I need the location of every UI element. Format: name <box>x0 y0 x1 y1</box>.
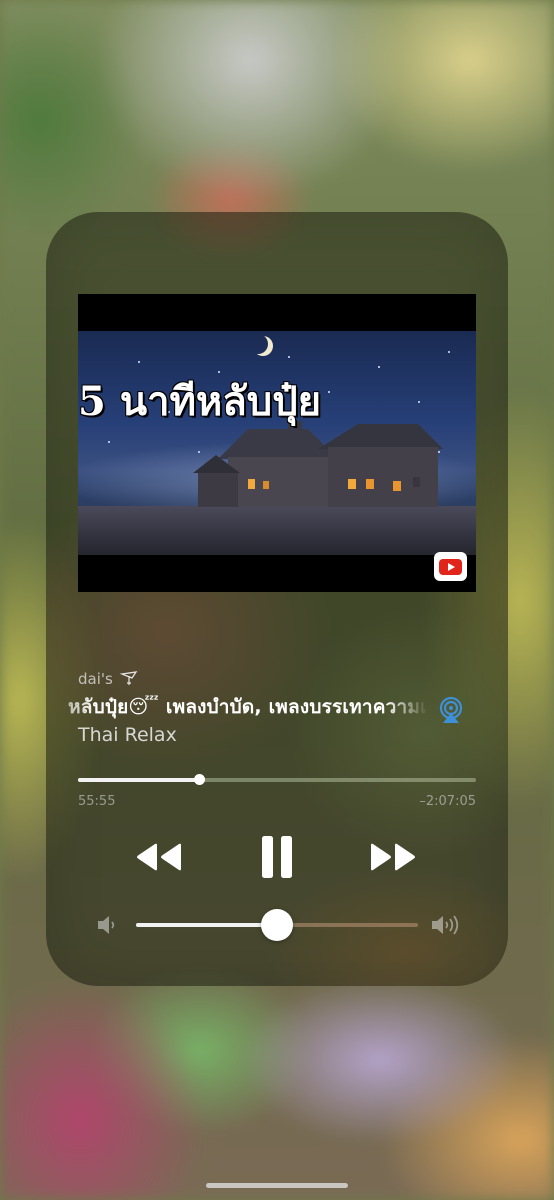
now-playing-card: 5 นาทีหลับปุ๋ย dai's หลับปุ๋ย😴 เพลงบำบัด… <box>46 212 508 986</box>
artwork-title-text: 5 นาทีหลับปุ๋ย <box>78 378 322 425</box>
track-artist: Thai Relax <box>78 724 177 746</box>
home-indicator[interactable] <box>206 1183 348 1188</box>
airplay-icon[interactable] <box>437 696 465 724</box>
playback-scrubber-knob[interactable] <box>194 774 206 785</box>
track-title: หลับปุ๋ย😴 เพลงบำบัด, เพลงบรรเทาความเครีย… <box>68 696 428 718</box>
fast-forward-icon <box>371 843 415 871</box>
album-artwork[interactable]: 5 นาทีหลับปุ๋ย <box>78 294 476 592</box>
playback-progress-fill <box>78 778 200 782</box>
youtube-logo-icon <box>434 552 467 581</box>
speaker-high-icon <box>432 915 459 935</box>
elapsed-time: 55:55 <box>78 794 116 809</box>
artwork-scene: 5 นาทีหลับปุ๋ย <box>78 331 476 555</box>
track-title-marquee: หลับปุ๋ย😴 เพลงบำบัด, เพลงบรรเทาความเครีย… <box>68 692 428 722</box>
rewind-icon <box>137 843 181 871</box>
pause-button[interactable] <box>252 832 302 882</box>
pen-nib-icon <box>119 671 137 685</box>
volume-fill <box>136 923 277 927</box>
source-app-label: dai's <box>78 670 113 688</box>
volume-slider-knob[interactable] <box>261 909 293 941</box>
playback-controls <box>46 832 508 882</box>
playback-scrubber[interactable] <box>78 774 476 785</box>
volume-slider[interactable] <box>136 909 418 941</box>
pause-icon <box>262 836 292 878</box>
volume-row <box>46 908 508 942</box>
speaker-low-icon <box>98 916 115 934</box>
remaining-time: –2:07:05 <box>419 794 476 809</box>
rewind-button[interactable] <box>134 832 184 882</box>
fast-forward-button[interactable] <box>368 832 418 882</box>
source-app: dai's <box>78 670 138 688</box>
control-center-screen: 5 นาทีหลับปุ๋ย dai's หลับปุ๋ย😴 เพลงบำบัด… <box>0 0 554 1200</box>
moon-icon <box>248 334 268 354</box>
